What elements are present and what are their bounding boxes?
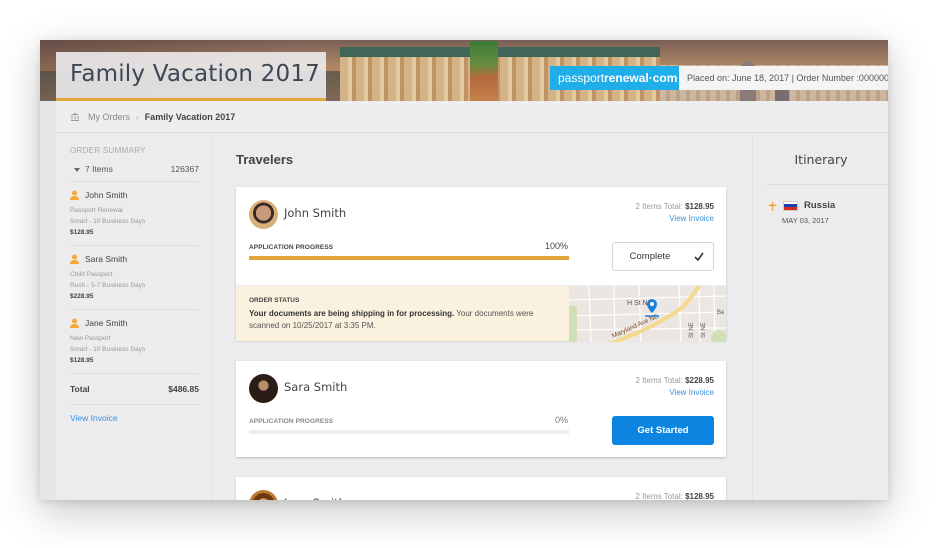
breadcrumb-separator: › (136, 112, 139, 122)
summary-item-name: Sara Smith (85, 254, 128, 264)
items-count: 7 Items (85, 164, 113, 174)
travelers-title: Travelers (236, 152, 294, 167)
progress-label: APPLICATION PROGRESS (249, 418, 334, 425)
totals-value: $228.95 (685, 376, 714, 385)
order-status-label: ORDER STATUS (249, 297, 300, 304)
person-icon (70, 318, 79, 328)
order-status-bold: Your documents are being shipping in for… (249, 309, 455, 318)
airplane-icon (767, 200, 778, 211)
itinerary-title: Itinerary (794, 152, 848, 167)
order-summary-heading: ORDER SUMMARY (70, 146, 146, 155)
person-icon (70, 190, 79, 200)
map-label: Be (717, 310, 725, 316)
view-invoice-link[interactable]: View Invoice (669, 388, 714, 397)
summary-item-speed: Rush - 5-7 Business Days (70, 282, 146, 289)
summary-item-price: $128.95 (70, 357, 94, 364)
map-label: St NE (689, 322, 695, 338)
complete-button-label: Complete (629, 251, 671, 262)
complete-button[interactable]: Complete (612, 242, 714, 271)
totals-value: $128.95 (685, 202, 714, 211)
travelers-section: Travelers John Smith 2 Items Total: $128… (236, 134, 726, 500)
traveler-card: John Smith 2 Items Total: $128.95 View I… (236, 187, 726, 342)
view-invoice-link[interactable]: View Invoice (669, 214, 714, 223)
totals-label: 2 Items Total: (635, 492, 683, 500)
traveler-name: John Smith (284, 206, 347, 220)
order-status-panel: ORDER STATUS Your documents are being sh… (236, 285, 726, 342)
total-label: Total (70, 384, 90, 394)
traveler-card: Jane Smith 2 Items Total: $128.95 (236, 477, 726, 500)
brand-logo[interactable]: passportrenewal·com (550, 66, 679, 90)
order-status-text: Your documents are being shipping in for… (249, 308, 549, 332)
progress-fill (249, 256, 569, 260)
traveler-totals: 2 Items Total: $228.95 (635, 376, 714, 385)
map-graphic: H St NE Maryland Ave NE St NE St NE Be (569, 286, 726, 342)
get-started-button[interactable]: Get Started (612, 416, 714, 445)
order-summary-sidebar: ORDER SUMMARY 7 Items 126367 John Smith … (56, 134, 212, 500)
summary-item-service: Passport Renewal (70, 207, 123, 214)
page-title: Family Vacation 2017 (70, 61, 321, 87)
itinerary-country: Russia (804, 200, 836, 211)
traveler-name: Sara Smith (284, 380, 348, 394)
traveler-totals: 2 Items Total: $128.95 (635, 492, 714, 500)
caret-down-icon (74, 167, 80, 172)
summary-item-price: $228.95 (70, 293, 94, 300)
itinerary-panel: Itinerary Russia MAY 03, 2017 (752, 134, 888, 500)
breadcrumb-my-orders[interactable]: My Orders (88, 112, 130, 122)
russia-flag-icon (783, 200, 798, 211)
summary-item-name: Jane Smith (85, 318, 128, 328)
summary-item-service: New Passport (70, 335, 111, 342)
left-gutter (40, 101, 56, 500)
summary-item-name: John Smith (85, 190, 128, 200)
summary-item-speed: Smart - 10 Business Days (70, 218, 146, 225)
breadcrumb: My Orders › Family Vacation 2017 (56, 102, 888, 133)
traveler-name: Jane Smith (284, 496, 346, 500)
order-id: 126367 (170, 164, 199, 174)
bank-icon (71, 113, 79, 121)
itinerary-item[interactable]: Russia (767, 200, 835, 211)
totals-label: 2 Items Total: (635, 376, 683, 385)
summary-item-speed: Smart - 10 Business Days (70, 346, 146, 353)
total-value: $486.85 (168, 384, 199, 394)
order-info-bar: passportrenewal·com Placed on: June 18, … (550, 66, 888, 90)
summary-item-price: $128.95 (70, 229, 94, 236)
map-label: St NE (701, 322, 707, 338)
brand-suffix: renewal·com (604, 71, 678, 85)
progress-bar (249, 430, 569, 434)
progress-bar (249, 256, 569, 260)
hero-banner: Family Vacation 2017 passportrenewal·com… (40, 40, 888, 101)
divider (767, 184, 888, 185)
avatar (249, 200, 278, 229)
order-total: Total $486.85 (70, 374, 199, 405)
avatar (249, 374, 278, 403)
summary-item-service: Child Passport (70, 271, 113, 278)
view-invoice-link[interactable]: View Invoice (70, 405, 199, 423)
summary-item: Jane Smith New Passport Smart - 10 Busin… (70, 310, 199, 374)
itinerary-date: MAY 03, 2017 (782, 216, 829, 225)
location-map[interactable]: H St NE Maryland Ave NE St NE St NE Be (569, 286, 726, 342)
checkmark-icon (694, 252, 704, 261)
avatar (249, 490, 278, 500)
breadcrumb-current: Family Vacation 2017 (144, 112, 236, 122)
page-title-box: Family Vacation 2017 (56, 52, 326, 101)
totals-value: $128.95 (685, 492, 714, 500)
order-meta: Placed on: June 18, 2017 | Order Number … (679, 66, 888, 90)
person-icon (70, 254, 79, 264)
progress-percent: 0% (554, 415, 568, 425)
summary-item: Sara Smith Child Passport Rush - 5-7 Bus… (70, 246, 199, 310)
traveler-totals: 2 Items Total: $128.95 (635, 202, 714, 211)
summary-item: John Smith Passport Renewal Smart - 10 B… (70, 182, 199, 246)
app-window: Family Vacation 2017 passportrenewal·com… (40, 40, 888, 500)
traveler-card: Sara Smith 2 Items Total: $228.95 View I… (236, 361, 726, 457)
items-toggle[interactable]: 7 Items 126367 (70, 155, 199, 182)
brand-prefix: passport (558, 71, 605, 85)
totals-label: 2 Items Total: (635, 202, 683, 211)
progress-percent: 100% (544, 241, 568, 251)
progress-label: APPLICATION PROGRESS (249, 244, 334, 251)
